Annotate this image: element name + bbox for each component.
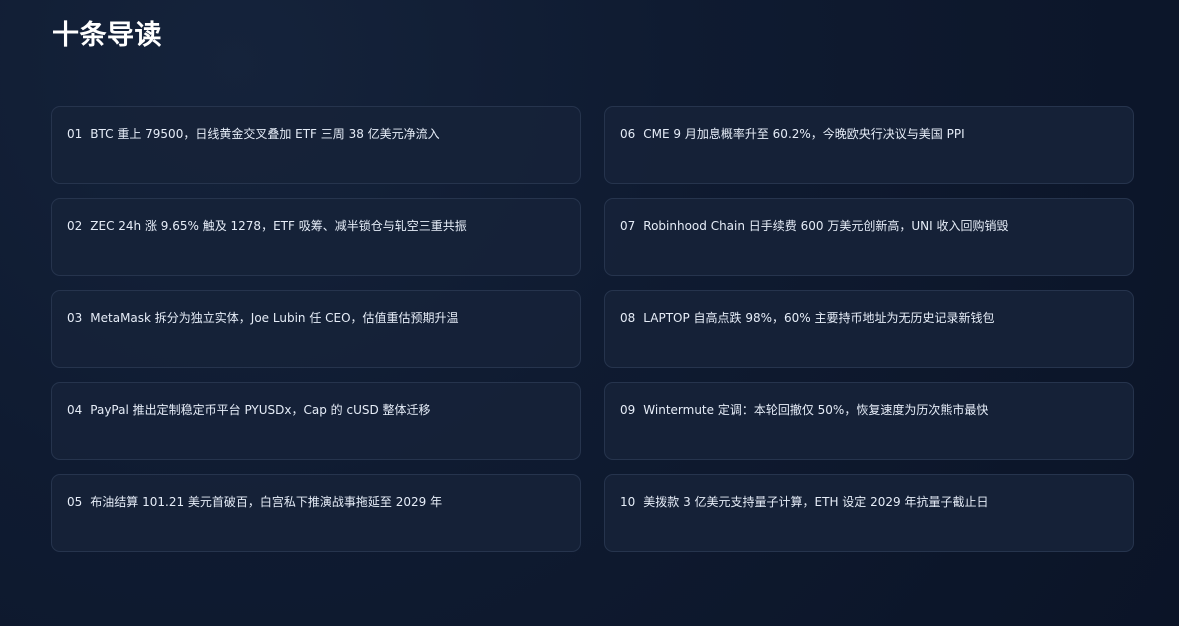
news-number: 09 [620, 403, 636, 417]
news-text: PayPal 推出定制稳定币平台 PYUSDx，Cap 的 cUSD 整体迁移 [90, 403, 431, 417]
news-card: 03 MetaMask 拆分为独立实体，Joe Lubin 任 CEO，估值重估预… [51, 290, 581, 368]
news-card: 04 PayPal 推出定制稳定币平台 PYUSDx，Cap 的 cUSD 整体迁… [51, 382, 581, 460]
news-card: 05 布油结算 101.21 美元首破百，白宫私下推演战事拖延至 2029 年 [51, 474, 581, 552]
news-card: 09 Wintermute 定调：本轮回撤仅 50%，恢复速度为历次熊市最快 [604, 382, 1134, 460]
news-grid: 01 BTC 重上 79500，日线黄金交叉叠加 ETF 三周 38 亿美元净流入… [51, 106, 1134, 552]
news-number: 07 [620, 219, 636, 233]
news-card: 08 LAPTOP 自高点跌 98%，60% 主要持币地址为无历史记录新钱包 [604, 290, 1134, 368]
news-card: 07 Robinhood Chain 日手续费 600 万美元创新高，UNI 收入… [604, 198, 1134, 276]
news-text: Wintermute 定调：本轮回撤仅 50%，恢复速度为历次熊市最快 [643, 403, 989, 417]
news-card: 06 CME 9 月加息概率升至 60.2%，今晚欧央行决议与美国 PPI [604, 106, 1134, 184]
news-text: MetaMask 拆分为独立实体，Joe Lubin 任 CEO，估值重估预期升… [90, 311, 459, 325]
news-card: 01 BTC 重上 79500，日线黄金交叉叠加 ETF 三周 38 亿美元净流入 [51, 106, 581, 184]
news-number: 10 [620, 495, 636, 509]
page: 十条导读 01 BTC 重上 79500，日线黄金交叉叠加 ETF 三周 38 亿… [0, 0, 1179, 626]
news-number: 08 [620, 311, 636, 325]
news-card: 10 美拨款 3 亿美元支持量子计算，ETH 设定 2029 年抗量子截止日 [604, 474, 1134, 552]
news-number: 04 [67, 403, 83, 417]
news-text: LAPTOP 自高点跌 98%，60% 主要持币地址为无历史记录新钱包 [643, 311, 995, 325]
news-text: Robinhood Chain 日手续费 600 万美元创新高，UNI 收入回购… [643, 219, 1009, 233]
news-number: 06 [620, 127, 636, 141]
news-number: 02 [67, 219, 83, 233]
news-text: CME 9 月加息概率升至 60.2%，今晚欧央行决议与美国 PPI [643, 127, 965, 141]
news-text: 布油结算 101.21 美元首破百，白宫私下推演战事拖延至 2029 年 [90, 495, 443, 509]
news-number: 01 [67, 127, 83, 141]
news-text: 美拨款 3 亿美元支持量子计算，ETH 设定 2029 年抗量子截止日 [643, 495, 989, 509]
news-number: 05 [67, 495, 83, 509]
news-text: ZEC 24h 涨 9.65% 触及 1278，ETF 吸筹、减半锁仓与轧空三重… [90, 219, 467, 233]
news-card: 02 ZEC 24h 涨 9.65% 触及 1278，ETF 吸筹、减半锁仓与轧空… [51, 198, 581, 276]
news-number: 03 [67, 311, 83, 325]
news-text: BTC 重上 79500，日线黄金交叉叠加 ETF 三周 38 亿美元净流入 [90, 127, 440, 141]
page-title: 十条导读 [52, 20, 162, 51]
